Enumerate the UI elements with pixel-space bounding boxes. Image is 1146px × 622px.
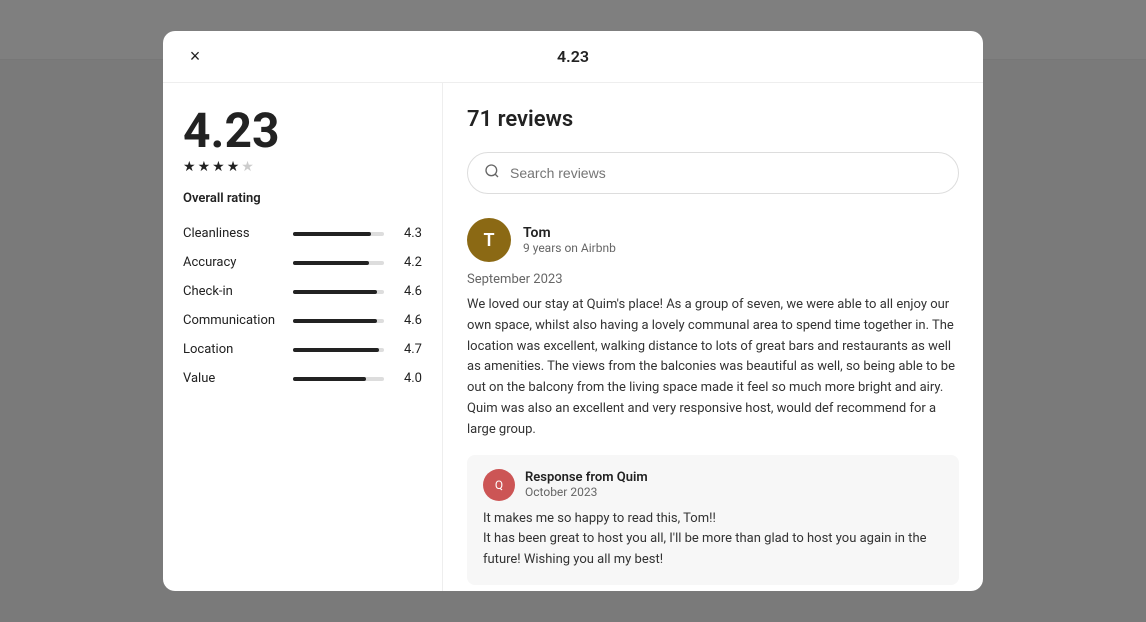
response-header-tom: Q Response from Quim October 2023 — [483, 469, 943, 501]
review-card-tom: T Tom 9 years on Airbnb September 2023 W… — [467, 218, 959, 591]
response-avatar-tom: Q — [483, 469, 515, 501]
avatar-tom: T — [467, 218, 511, 262]
checkin-value: 4.6 — [394, 284, 422, 299]
response-text-tom: It makes me so happy to read this, Tom!!… — [483, 509, 943, 571]
star-5: ★ — [241, 159, 254, 175]
overall-label: Overall rating — [183, 191, 422, 206]
modal-dialog: × 4.23 4.23 ★ ★ ★ ★ ★ Overall rating — [163, 31, 983, 591]
accuracy-bar-fill — [293, 261, 369, 265]
reviewer-info-tom: Tom 9 years on Airbnb — [523, 225, 616, 255]
reviewer-header-tom: T Tom 9 years on Airbnb — [467, 218, 959, 262]
close-icon: × — [190, 46, 201, 67]
search-icon — [484, 163, 500, 183]
rating-item-checkin: Check-in 4.6 — [183, 284, 422, 299]
host-response-tom: Q Response from Quim October 2023 It mak… — [467, 455, 959, 585]
cleanliness-bar-container — [293, 232, 384, 236]
accuracy-bar-container — [293, 261, 384, 265]
checkin-label: Check-in — [183, 284, 283, 299]
rating-item-value: Value 4.0 — [183, 371, 422, 386]
communication-label: Communication — [183, 313, 283, 328]
communication-bar-fill — [293, 319, 377, 323]
cleanliness-bar-fill — [293, 232, 371, 236]
modal-title: 4.23 — [557, 47, 589, 66]
location-bar-fill — [293, 348, 379, 352]
location-value: 4.7 — [394, 342, 422, 357]
reviewer-meta-tom: 9 years on Airbnb — [523, 241, 616, 255]
star-1: ★ — [183, 159, 196, 175]
response-meta-tom: Response from Quim October 2023 — [525, 470, 648, 499]
cleanliness-value: 4.3 — [394, 226, 422, 241]
rating-item-cleanliness: Cleanliness 4.3 — [183, 226, 422, 241]
value-label: Value — [183, 371, 283, 386]
communication-bar-container — [293, 319, 384, 323]
value-value: 4.0 — [394, 371, 422, 386]
value-bar-fill — [293, 377, 366, 381]
reviews-panel: 71 reviews T Tom — [443, 83, 983, 591]
location-label: Location — [183, 342, 283, 357]
rating-bars-list: Cleanliness 4.3 Accuracy — [183, 226, 422, 386]
overall-rating-value: 4.23 — [183, 107, 422, 155]
review-date-tom: September 2023 — [467, 272, 959, 287]
rating-item-accuracy: Accuracy 4.2 — [183, 255, 422, 270]
search-box[interactable] — [467, 152, 959, 194]
rating-item-communication: Communication 4.6 — [183, 313, 422, 328]
ratings-panel: 4.23 ★ ★ ★ ★ ★ Overall rating Cleanlines… — [163, 83, 443, 591]
accuracy-value: 4.2 — [394, 255, 422, 270]
close-button[interactable]: × — [179, 41, 211, 73]
star-2: ★ — [198, 159, 211, 175]
response-date-tom: October 2023 — [525, 485, 648, 499]
stars-display: ★ ★ ★ ★ ★ — [183, 159, 422, 175]
value-bar-container — [293, 377, 384, 381]
location-bar-container — [293, 348, 384, 352]
review-text-tom: We loved our stay at Quim's place! As a … — [467, 295, 959, 441]
accuracy-label: Accuracy — [183, 255, 283, 270]
response-name-tom: Response from Quim — [525, 470, 648, 485]
star-3: ★ — [212, 159, 225, 175]
modal-body: 4.23 ★ ★ ★ ★ ★ Overall rating Cleanlines… — [163, 83, 983, 591]
rating-item-location: Location 4.7 — [183, 342, 422, 357]
search-input[interactable] — [510, 165, 942, 181]
reviewer-name-tom: Tom — [523, 225, 616, 241]
star-4: ★ — [227, 159, 240, 175]
communication-value: 4.6 — [394, 313, 422, 328]
modal-header: × 4.23 — [163, 31, 983, 83]
reviews-count: 71 reviews — [467, 107, 959, 132]
cleanliness-label: Cleanliness — [183, 226, 283, 241]
modal-overlay[interactable]: × 4.23 4.23 ★ ★ ★ ★ ★ Overall rating — [0, 0, 1146, 622]
checkin-bar-container — [293, 290, 384, 294]
checkin-bar-fill — [293, 290, 377, 294]
